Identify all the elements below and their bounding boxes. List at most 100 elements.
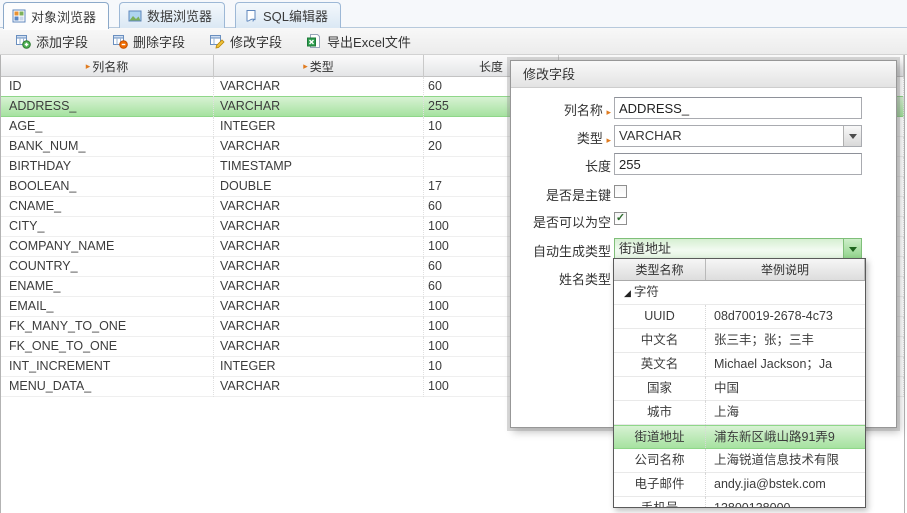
dropdown-item[interactable]: 国家中国 — [614, 377, 865, 401]
table-cell: VARCHAR — [214, 217, 424, 237]
button-label: 添加字段 — [36, 32, 88, 51]
delete-field-button[interactable]: 删除字段 — [103, 30, 194, 52]
item-type-name: 电子邮件 — [614, 473, 706, 497]
table-cell: DOUBLE — [214, 177, 424, 197]
table-cell: FK_MANY_TO_ONE — [1, 317, 214, 337]
table-cell: COMPANY_NAME — [1, 237, 214, 257]
dropdown-item[interactable]: 街道地址浦东新区峨山路91弄9 — [614, 425, 865, 449]
combo-trigger[interactable] — [843, 239, 861, 259]
table-cell: VARCHAR — [214, 97, 424, 117]
auto-gen-dropdown-panel: 类型名称 举例说明 ◢字符UUID08d70019-2678-4c73中文名张三… — [613, 258, 866, 508]
dropdown-item[interactable]: 城市上海 — [614, 401, 865, 425]
required-marker: ▸ — [606, 107, 611, 117]
primary-key-checkbox[interactable] — [614, 185, 627, 198]
table-cell: BIRTHDAY — [1, 157, 214, 177]
item-example: 上海 — [706, 401, 865, 425]
excel-icon — [306, 33, 322, 49]
dropdown-item[interactable]: 手机号13800138000 — [614, 497, 865, 508]
field-label-is-pk: 是否是主键 — [513, 185, 611, 204]
table-edit-icon — [209, 33, 225, 49]
field-label-auto-gen: 自动生成类型 — [513, 241, 611, 260]
tab-label: SQL编辑器 — [263, 6, 328, 25]
table-add-icon — [15, 33, 31, 49]
dropdown-column-example: 举例说明 — [706, 259, 865, 280]
required-marker: ▸ — [303, 62, 308, 71]
table-cell: CNAME_ — [1, 197, 214, 217]
item-example: 浦东新区峨山路91弄9 — [706, 426, 865, 450]
tab-label: 对象浏览器 — [31, 7, 96, 26]
table-cell: VARCHAR — [214, 317, 424, 337]
column-header-name[interactable]: ▸ 列名称 — [1, 55, 214, 77]
dropdown-item[interactable]: 中文名张三丰；张；三丰 — [614, 329, 865, 353]
add-field-button[interactable]: 添加字段 — [6, 30, 97, 52]
table-cell: VARCHAR — [214, 137, 424, 157]
item-example: 08d70019-2678-4c73 — [706, 305, 865, 329]
col-name-input[interactable] — [614, 97, 862, 119]
table-cell: VARCHAR — [214, 337, 424, 357]
table-cell: ID — [1, 77, 214, 97]
tab-sql-editor[interactable]: SQL编辑器 — [235, 2, 341, 28]
tab-object-browser[interactable]: 对象浏览器 — [3, 2, 109, 29]
dropdown-item[interactable]: 电子邮件andy.jia@bstek.com — [614, 473, 865, 497]
column-header-type[interactable]: ▸ 类型 — [214, 55, 424, 77]
data-icon — [128, 9, 142, 23]
table-cell: VARCHAR — [214, 77, 424, 97]
item-type-name: UUID — [614, 305, 706, 329]
table-delete-icon — [112, 33, 128, 49]
combo-value: VARCHAR — [615, 126, 843, 146]
item-example: 中国 — [706, 377, 865, 401]
item-type-name: 城市 — [614, 401, 706, 425]
grid-icon — [12, 9, 26, 23]
type-combo[interactable]: VARCHAR — [614, 125, 862, 147]
modify-field-button[interactable]: 修改字段 — [200, 30, 291, 52]
tab-data-browser[interactable]: 数据浏览器 — [119, 2, 225, 28]
item-type-name: 英文名 — [614, 353, 706, 377]
table-cell: VARCHAR — [214, 377, 424, 397]
item-example: 13800138000 — [706, 497, 865, 508]
table-cell: INTEGER — [214, 117, 424, 137]
table-cell: COUNTRY_ — [1, 257, 214, 277]
tree-expanded-icon: ◢ — [624, 288, 631, 298]
chevron-down-icon — [849, 247, 857, 252]
required-marker: ▸ — [86, 62, 91, 71]
dialog-title: 修改字段 — [511, 61, 896, 88]
item-type-name: 手机号 — [614, 497, 706, 508]
table-cell: VARCHAR — [214, 237, 424, 257]
table-cell: VARCHAR — [214, 297, 424, 317]
dropdown-item[interactable]: 英文名Michael Jackson；Ja — [614, 353, 865, 377]
field-label-length: 长度 — [513, 156, 611, 175]
button-label: 修改字段 — [230, 32, 282, 51]
combo-trigger[interactable] — [843, 126, 861, 146]
table-cell: CITY_ — [1, 217, 214, 237]
item-type-name: 中文名 — [614, 329, 706, 353]
dropdown-column-name: 类型名称 — [614, 259, 706, 280]
table-cell: BANK_NUM_ — [1, 137, 214, 157]
dropdown-item[interactable]: 公司名称上海锐道信息技术有限 — [614, 449, 865, 473]
sql-page-icon — [244, 9, 258, 23]
button-label: 删除字段 — [133, 32, 185, 51]
button-label: 导出Excel文件 — [327, 32, 411, 51]
item-example: 张三丰；张；三丰 — [706, 329, 865, 353]
field-label-name-type: 姓名类型 — [513, 269, 611, 288]
dropdown-group-row[interactable]: ◢字符 — [614, 281, 865, 305]
table-cell: EMAIL_ — [1, 297, 214, 317]
table-cell: BOOLEAN_ — [1, 177, 214, 197]
field-label-type: 类型 ▸ — [513, 128, 611, 147]
column-label: 类型 — [310, 58, 334, 75]
length-input[interactable] — [614, 153, 862, 175]
item-type-name: 公司名称 — [614, 449, 706, 473]
table-cell: FK_ONE_TO_ONE — [1, 337, 214, 357]
group-label: ◢字符 — [614, 281, 865, 305]
export-excel-button[interactable]: 导出Excel文件 — [297, 30, 420, 52]
table-cell: ADDRESS_ — [1, 97, 214, 117]
dropdown-item[interactable]: UUID08d70019-2678-4c73 — [614, 305, 865, 329]
toolbar: 添加字段 删除字段 修改字段 导出Excel文件 — [0, 28, 907, 55]
tab-strip: 对象浏览器 数据浏览器 SQL编辑器 — [0, 0, 907, 28]
auto-gen-combo[interactable]: 街道地址 — [614, 238, 862, 260]
table-cell: VARCHAR — [214, 257, 424, 277]
table-cell: ENAME_ — [1, 277, 214, 297]
table-cell: MENU_DATA_ — [1, 377, 214, 397]
nullable-checkbox[interactable]: ✓ — [614, 212, 627, 225]
dropdown-body: ◢字符UUID08d70019-2678-4c73中文名张三丰；张；三丰英文名M… — [614, 281, 865, 508]
item-example: andy.jia@bstek.com — [706, 473, 865, 497]
